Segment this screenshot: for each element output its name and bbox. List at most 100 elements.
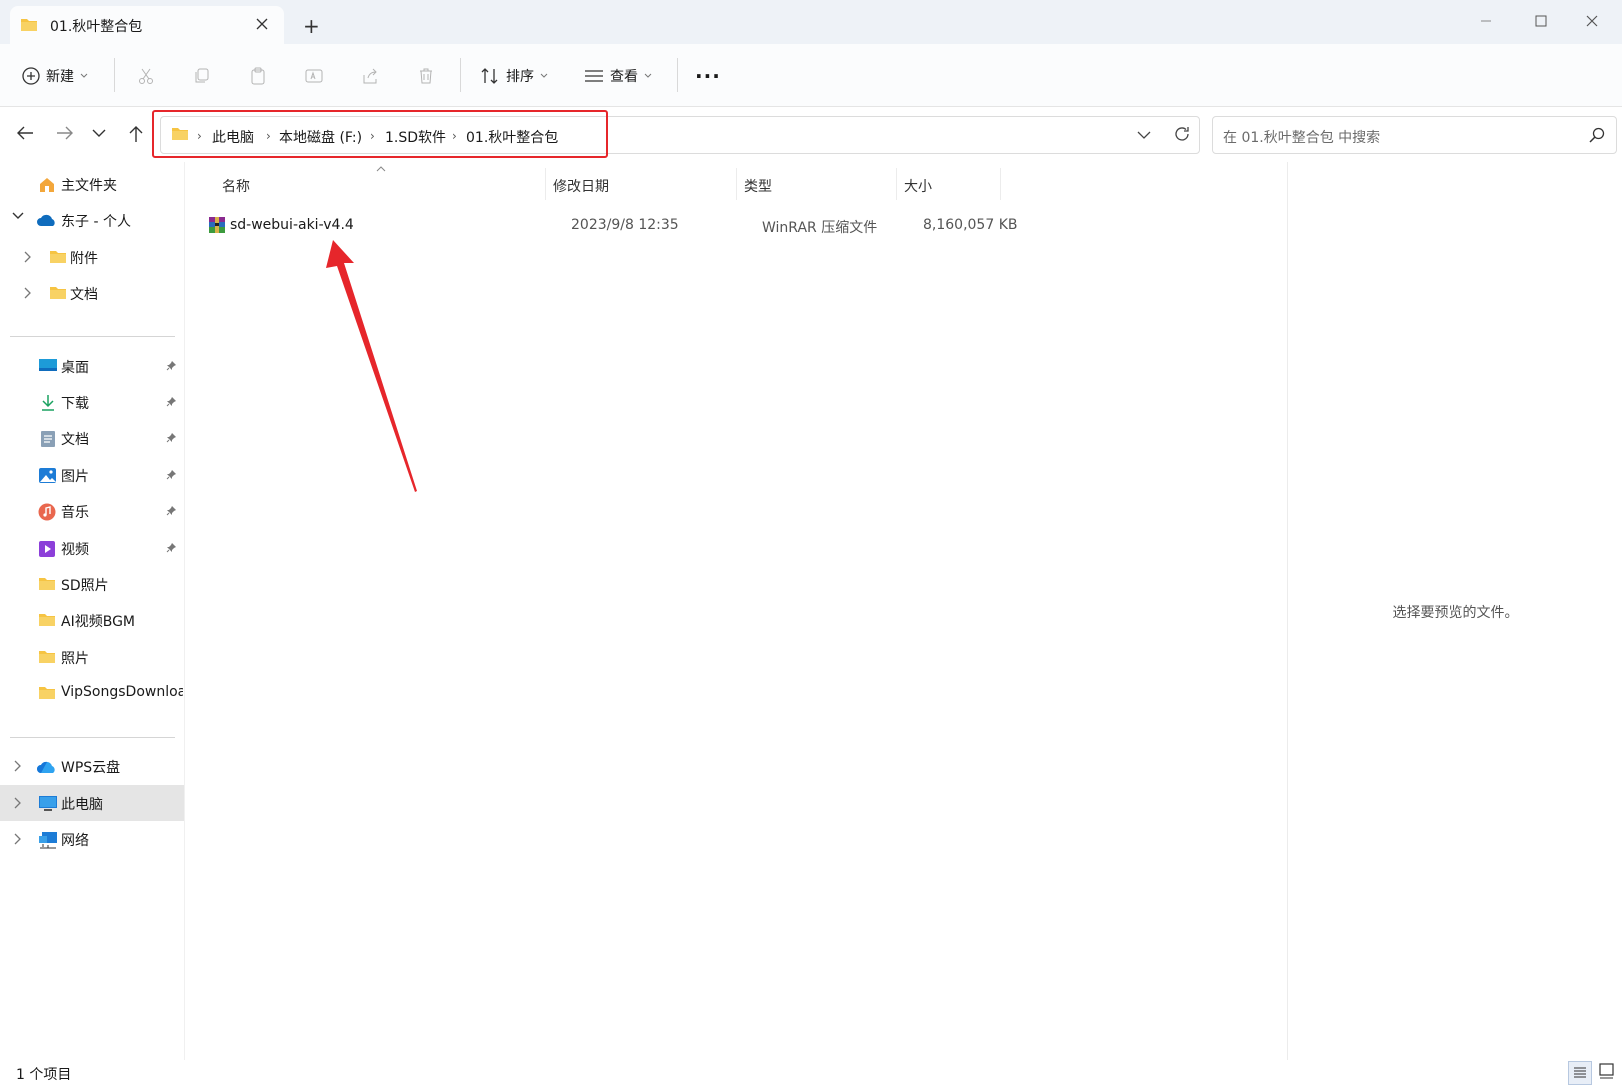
delete-button[interactable] <box>417 64 435 88</box>
expand-chevron-icon[interactable] <box>12 212 24 220</box>
sidebar-item-label: 桌面 <box>61 360 89 376</box>
recent-locations-button[interactable] <box>92 129 106 138</box>
up-button[interactable] <box>128 125 144 143</box>
folder-icon <box>38 685 56 700</box>
paste-button[interactable] <box>249 64 267 88</box>
view-button[interactable]: 查看 <box>584 64 652 88</box>
file-date: 2023/9/8 12:35 <box>571 217 679 233</box>
network-icon <box>38 831 58 849</box>
tab-title: 01.秋叶整合包 <box>50 19 143 35</box>
sort-button-label: 排序 <box>506 69 534 85</box>
tab-active[interactable]: 01.秋叶整合包 <box>10 6 284 44</box>
column-divider[interactable] <box>736 168 737 200</box>
copy-icon <box>193 67 211 85</box>
sidebar-item-photos[interactable]: 照片 <box>0 639 184 675</box>
column-divider[interactable] <box>1000 168 1001 200</box>
expand-chevron-icon[interactable] <box>24 251 32 263</box>
sidebar-item-network[interactable]: 网络 <box>0 821 184 857</box>
expand-chevron-icon[interactable] <box>14 760 22 772</box>
sidebar-item-videos[interactable]: 视频 <box>0 530 184 566</box>
more-options-icon: ··· <box>695 64 721 88</box>
desktop-icon <box>38 358 58 373</box>
column-divider[interactable] <box>545 168 546 200</box>
details-view-button[interactable] <box>1568 1061 1592 1085</box>
new-tab-button[interactable]: + <box>303 16 320 36</box>
sidebar-item-attachments[interactable]: 附件 <box>0 239 184 275</box>
sidebar-item-label: 视频 <box>61 542 89 558</box>
back-button[interactable] <box>16 125 34 141</box>
refresh-icon[interactable] <box>1173 125 1191 143</box>
copy-button[interactable] <box>193 64 211 88</box>
sidebar-item-label: 音乐 <box>61 505 89 521</box>
file-type: WinRAR 压缩文件 <box>762 220 878 236</box>
sidebar-item-music[interactable]: 音乐 <box>0 493 184 529</box>
pin-icon[interactable] <box>166 360 177 371</box>
sidebar-item-label: 网络 <box>61 833 89 849</box>
forward-button[interactable] <box>56 125 74 141</box>
rename-button[interactable] <box>305 64 323 88</box>
pin-icon[interactable] <box>166 469 177 480</box>
sidebar-item-label: 文档 <box>61 432 89 448</box>
onedrive-cloud-icon <box>37 214 57 227</box>
address-history-chevron-icon[interactable] <box>1137 131 1151 140</box>
cut-button[interactable] <box>137 64 155 88</box>
folder-icon <box>38 576 56 591</box>
details-view-icon <box>1573 1067 1587 1079</box>
add-circle-icon <box>22 67 40 85</box>
file-name: sd-webui-aki-v4.4 <box>230 217 354 233</box>
search-input[interactable]: 在 01.秋叶整合包 中搜索 <box>1212 116 1617 154</box>
sidebar-item-wps-cloud[interactable]: WPS云盘 <box>0 748 184 784</box>
new-button[interactable]: 新建 <box>22 64 88 88</box>
cut-icon <box>137 67 155 85</box>
preview-pane: 选择要预览的文件。 <box>1287 162 1622 1060</box>
share-icon <box>361 67 379 85</box>
toolbar-divider <box>460 58 461 92</box>
sidebar-item-ai-video-bgm[interactable]: AI视频BGM <box>0 602 184 638</box>
video-icon <box>38 540 56 558</box>
share-button[interactable] <box>361 64 379 88</box>
sidebar-item-label: 下载 <box>61 396 89 412</box>
sidebar-item-documents[interactable]: 文档 <box>0 420 184 456</box>
sidebar-item-label: 附件 <box>70 251 98 267</box>
sidebar-item-desktop[interactable]: 桌面 <box>0 348 184 384</box>
sidebar-item-onedrive[interactable]: 东子 - 个人 <box>0 202 184 238</box>
chevron-down-icon <box>80 73 88 79</box>
expand-chevron-icon[interactable] <box>24 287 32 299</box>
column-header-name[interactable]: 名称 <box>222 176 250 196</box>
sidebar-item-pictures[interactable]: 图片 <box>0 457 184 493</box>
column-divider[interactable] <box>896 168 897 200</box>
wps-cloud-icon <box>37 760 57 774</box>
column-header-type[interactable]: 类型 <box>744 176 772 196</box>
maximize-button[interactable] <box>1517 7 1565 35</box>
sidebar-item-vipsongs[interactable]: VipSongsDownload <box>0 675 184 711</box>
sidebar-item-downloads[interactable]: 下载 <box>0 384 184 420</box>
sidebar-item-docs-folder[interactable]: 文档 <box>0 275 184 311</box>
pin-icon[interactable] <box>166 505 177 516</box>
folder-icon <box>49 249 67 264</box>
sidebar-item-label: WPS云盘 <box>61 760 121 776</box>
navigation-pane: 主文件夹 东子 - 个人 附件 文档 桌面 下载 文档 图片 音乐 视频 SD照… <box>0 162 185 1060</box>
close-tab-icon[interactable] <box>256 18 268 30</box>
sort-button[interactable]: 排序 <box>480 64 548 88</box>
pictures-icon <box>38 467 57 484</box>
large-icons-view-button[interactable] <box>1598 1062 1616 1080</box>
close-window-button[interactable] <box>1568 7 1616 35</box>
pin-icon[interactable] <box>166 542 177 553</box>
paste-icon <box>249 67 267 85</box>
pin-icon[interactable] <box>166 432 177 443</box>
expand-chevron-icon[interactable] <box>14 797 22 809</box>
sidebar-item-home[interactable]: 主文件夹 <box>0 166 184 202</box>
status-bar: 1 个项目 <box>0 1060 1622 1085</box>
folder-icon <box>38 612 56 627</box>
more-options-button[interactable]: ··· <box>695 64 721 88</box>
preview-message: 选择要预览的文件。 <box>1392 605 1519 621</box>
sidebar-item-label: 照片 <box>61 651 89 667</box>
minimize-button[interactable] <box>1462 7 1510 35</box>
column-header-date[interactable]: 修改日期 <box>553 176 609 196</box>
sidebar-item-label: SD照片 <box>61 578 109 594</box>
pin-icon[interactable] <box>166 396 177 407</box>
sidebar-item-this-pc[interactable]: 此电脑 <box>0 785 184 821</box>
sidebar-item-sd-photos[interactable]: SD照片 <box>0 566 184 602</box>
column-header-size[interactable]: 大小 <box>904 176 932 196</box>
expand-chevron-icon[interactable] <box>14 833 22 845</box>
